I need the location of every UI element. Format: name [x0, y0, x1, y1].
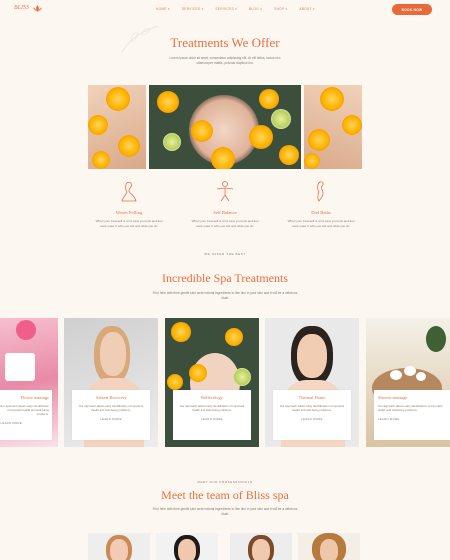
feature-text: When your innerself is at its best you l… [95, 219, 163, 228]
card-title: Shower massage [378, 395, 408, 400]
feature-title: Waxes Polling [115, 210, 143, 215]
card-title: Flower massage [20, 395, 49, 400]
team-subtitle: Find here with their gentle skin wear na… [152, 507, 298, 516]
card-text: Our approach allows early identification… [179, 404, 245, 412]
feature-text: When your innerself is at its best you l… [287, 219, 355, 228]
card-title: Reflexology [201, 395, 223, 400]
spa-card-flower-massage[interactable]: Flower massage Our approach allows early… [0, 390, 52, 440]
spa-title: Incredible Spa Treatments [162, 271, 288, 285]
feature-diet-baths: Diet Baths When your innerself is at its… [286, 180, 356, 228]
nav-shop[interactable]: SHOP ▾ [274, 7, 287, 11]
card-title: Ashtest Recovery [95, 395, 127, 400]
oranges-photo-left [88, 85, 146, 169]
site-logo[interactable]: BLISS [14, 5, 29, 11]
card-text: Our approach allows early identification… [0, 404, 49, 416]
treatments-title: Treatments We Offer [170, 35, 280, 50]
feature-title: Self Balance [213, 210, 237, 215]
team-title: Meet the team of Bliss spa [161, 488, 289, 502]
card-learn-more-link[interactable]: LEARN MORE [173, 417, 251, 421]
card-learn-more-link[interactable]: LEARN MORE [374, 417, 450, 421]
card-title: Thermal Home [298, 395, 326, 400]
face-in-water-photo [149, 85, 301, 169]
spa-card-shower-massage[interactable]: Shower massage Our approach allows early… [374, 390, 450, 440]
feature-text: When your innerself is at its best you l… [191, 219, 259, 228]
spa-woman-icon [317, 181, 324, 202]
treatments-subtitle: Lorem ipsum dolor sit amet, consectetur … [169, 56, 281, 65]
nav-services[interactable]: SERVICES ▾ [182, 7, 204, 11]
nav-blog[interactable]: BLOG ▾ [249, 7, 262, 11]
spa-card-ashtest-recovery[interactable]: Ashtest Recovery Our approach allows ear… [72, 390, 150, 440]
card-learn-more-link[interactable]: LEARN MORE [0, 421, 52, 425]
feature-title: Diet Baths [311, 210, 331, 215]
team-member-photo [298, 533, 360, 560]
team-member-photo [88, 533, 150, 560]
card-text: Our approach allows early identification… [279, 404, 345, 412]
card-text: Our approach allows early identification… [78, 404, 144, 412]
spa-subtitle: Find here with their gentle skin wear na… [152, 291, 298, 300]
nav-home[interactable]: HOME ▾ [156, 7, 170, 11]
nav-services-2[interactable]: SERVICES ▾ [215, 7, 237, 11]
body-balance-icon [216, 181, 234, 202]
team-member-photo [230, 533, 292, 560]
site-header: BLISS HOME ▾ SERVICES ▾ SERVICES ▾ BLOG … [0, 0, 450, 20]
card-learn-more-link[interactable]: LEARN MORE [273, 417, 351, 421]
lotus-icon [33, 5, 42, 12]
spa-eyebrow: WE OFFER THE BEST [204, 252, 246, 256]
main-nav: HOME ▾ SERVICES ▾ SERVICES ▾ BLOG ▾ SHOP… [156, 7, 315, 11]
book-now-button[interactable]: BOOK NOW [392, 4, 432, 15]
card-text: Our approach allows early identification… [378, 404, 443, 412]
feature-self-balance: Self Balance When your innerself is at i… [190, 180, 260, 228]
spa-card-reflexology[interactable]: Reflexology Our approach allows early id… [173, 390, 251, 440]
feature-waxes-polling: Waxes Polling When your innerself is at … [94, 180, 164, 228]
card-learn-more-link[interactable]: LEARN MORE [72, 417, 150, 421]
team-eyebrow: MEET OUR PROFESSIONALS [197, 480, 253, 484]
nav-about[interactable]: ABOUT ▾ [299, 7, 315, 11]
spa-card-thermal-home[interactable]: Thermal Home Our approach allows early i… [273, 390, 351, 440]
oranges-photo-right [304, 85, 362, 169]
woman-silhouette-icon [121, 181, 137, 202]
team-member-photo [156, 533, 218, 560]
